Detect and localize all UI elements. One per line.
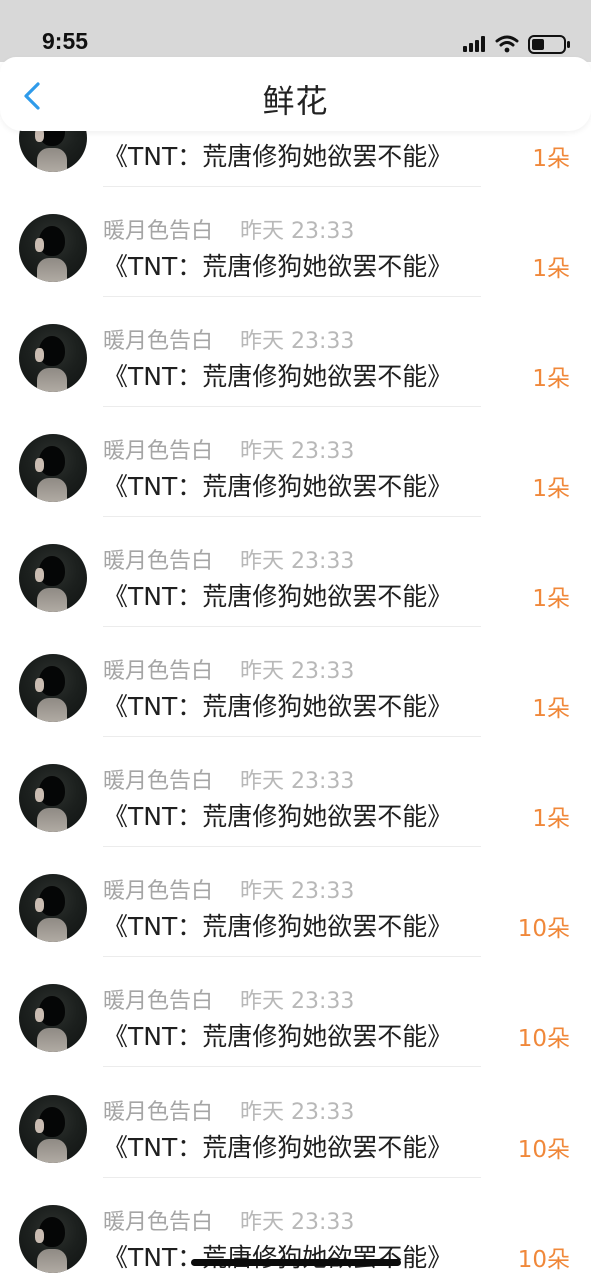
gift-text: 《TNT：荒唐修狗她欲罢不能》 bbox=[103, 912, 453, 941]
battery-icon bbox=[528, 35, 570, 54]
avatar[interactable] bbox=[19, 1095, 87, 1163]
timestamp: 昨天 23:33 bbox=[240, 549, 355, 574]
gift-text: 《TNT：荒唐修狗她欲罢不能》 bbox=[103, 142, 453, 171]
flower-count: 1朵 bbox=[532, 586, 570, 612]
user-name[interactable]: 暖月色告白 bbox=[103, 983, 213, 1015]
divider bbox=[103, 1066, 481, 1067]
avatar[interactable] bbox=[19, 984, 87, 1052]
status-icons bbox=[463, 33, 573, 55]
list-item[interactable]: 暖月色告白 昨天 23:33 《TNT：荒唐修狗她欲罢不能》 10朵 bbox=[0, 957, 591, 1067]
user-name[interactable]: 暖月色告白 bbox=[103, 763, 213, 795]
list-item[interactable]: 暖月色告白 昨天 23:33 《TNT：荒唐修狗她欲罢不能》 1朵 bbox=[0, 627, 591, 737]
gift-text: 《TNT：荒唐修狗她欲罢不能》 bbox=[103, 252, 453, 281]
timestamp: 昨天 23:33 bbox=[240, 659, 355, 684]
gift-text: 《TNT：荒唐修狗她欲罢不能》 bbox=[103, 472, 453, 501]
flower-count: 1朵 bbox=[532, 146, 570, 172]
avatar[interactable] bbox=[19, 764, 87, 832]
gift-text: 《TNT：荒唐修狗她欲罢不能》 bbox=[103, 692, 453, 721]
avatar[interactable] bbox=[19, 544, 87, 612]
timestamp: 昨天 23:33 bbox=[240, 1210, 355, 1235]
flower-list[interactable]: 《TNT：荒唐修狗她欲罢不能》 1朵 暖月色告白 昨天 23:33 《TNT：荒… bbox=[0, 0, 591, 1280]
user-name[interactable]: 暖月色告白 bbox=[103, 653, 213, 685]
user-name[interactable]: 暖月色告白 bbox=[103, 323, 213, 355]
gift-text: 《TNT：荒唐修狗她欲罢不能》 bbox=[103, 1022, 453, 1051]
avatar[interactable] bbox=[19, 324, 87, 392]
avatar[interactable] bbox=[19, 214, 87, 282]
list-item[interactable]: 暖月色告白 昨天 23:33 《TNT：荒唐修狗她欲罢不能》 10朵 bbox=[0, 847, 591, 957]
page-title: 鲜花 bbox=[262, 82, 329, 120]
flower-count: 1朵 bbox=[532, 256, 570, 282]
list-item[interactable]: 暖月色告白 昨天 23:33 《TNT：荒唐修狗她欲罢不能》 1朵 bbox=[0, 737, 591, 847]
status-bar: 9:55 bbox=[0, 0, 591, 62]
timestamp: 昨天 23:33 bbox=[240, 219, 355, 244]
timestamp: 昨天 23:33 bbox=[240, 989, 355, 1014]
user-name[interactable]: 暖月色告白 bbox=[103, 213, 213, 245]
flower-count: 1朵 bbox=[532, 476, 570, 502]
timestamp: 昨天 23:33 bbox=[240, 1100, 355, 1125]
home-indicator[interactable] bbox=[191, 1259, 401, 1266]
list-item[interactable]: 暖月色告白 昨天 23:33 《TNT：荒唐修狗她欲罢不能》 1朵 bbox=[0, 297, 591, 407]
status-time: 9:55 bbox=[42, 28, 89, 54]
gift-text: 《TNT：荒唐修狗她欲罢不能》 bbox=[103, 1133, 453, 1162]
timestamp: 昨天 23:33 bbox=[240, 439, 355, 464]
user-name[interactable]: 暖月色告白 bbox=[103, 873, 213, 905]
timestamp: 昨天 23:33 bbox=[240, 329, 355, 354]
gift-text: 《TNT：荒唐修狗她欲罢不能》 bbox=[103, 1243, 453, 1272]
gift-text: 《TNT：荒唐修狗她欲罢不能》 bbox=[103, 802, 453, 831]
timestamp: 昨天 23:33 bbox=[240, 879, 355, 904]
list-item[interactable]: 暖月色告白 昨天 23:33 《TNT：荒唐修狗她欲罢不能》 1朵 bbox=[0, 187, 591, 297]
user-name[interactable]: 暖月色告白 bbox=[103, 1094, 213, 1126]
flower-count: 10朵 bbox=[517, 916, 570, 942]
timestamp: 昨天 23:33 bbox=[240, 769, 355, 794]
gift-text: 《TNT：荒唐修狗她欲罢不能》 bbox=[103, 362, 453, 391]
flower-count: 1朵 bbox=[532, 806, 570, 832]
list-item[interactable]: 暖月色告白 昨天 23:33 《TNT：荒唐修狗她欲罢不能》 1朵 bbox=[0, 517, 591, 627]
flower-count: 1朵 bbox=[532, 366, 570, 392]
avatar[interactable] bbox=[19, 1205, 87, 1273]
avatar[interactable] bbox=[19, 874, 87, 942]
list-item[interactable]: 暖月色告白 昨天 23:33 《TNT：荒唐修狗她欲罢不能》 10朵 bbox=[0, 1068, 591, 1178]
flower-count: 10朵 bbox=[517, 1026, 570, 1052]
list-item[interactable]: 暖月色告白 昨天 23:33 《TNT：荒唐修狗她欲罢不能》 1朵 bbox=[0, 407, 591, 517]
nav-bar: 鲜花 bbox=[0, 57, 591, 131]
signal-icon bbox=[463, 36, 485, 52]
list-item[interactable]: 暖月色告白 昨天 23:33 《TNT：荒唐修狗她欲罢不能》 10朵 bbox=[0, 1178, 591, 1288]
flower-count: 1朵 bbox=[532, 696, 570, 722]
flower-count: 10朵 bbox=[517, 1247, 570, 1273]
avatar[interactable] bbox=[19, 434, 87, 502]
wifi-icon bbox=[495, 35, 519, 53]
user-name[interactable]: 暖月色告白 bbox=[103, 543, 213, 575]
user-name[interactable]: 暖月色告白 bbox=[103, 1204, 213, 1236]
gift-text: 《TNT：荒唐修狗她欲罢不能》 bbox=[103, 582, 453, 611]
avatar[interactable] bbox=[19, 654, 87, 722]
user-name[interactable]: 暖月色告白 bbox=[103, 433, 213, 465]
flower-count: 10朵 bbox=[517, 1137, 570, 1163]
